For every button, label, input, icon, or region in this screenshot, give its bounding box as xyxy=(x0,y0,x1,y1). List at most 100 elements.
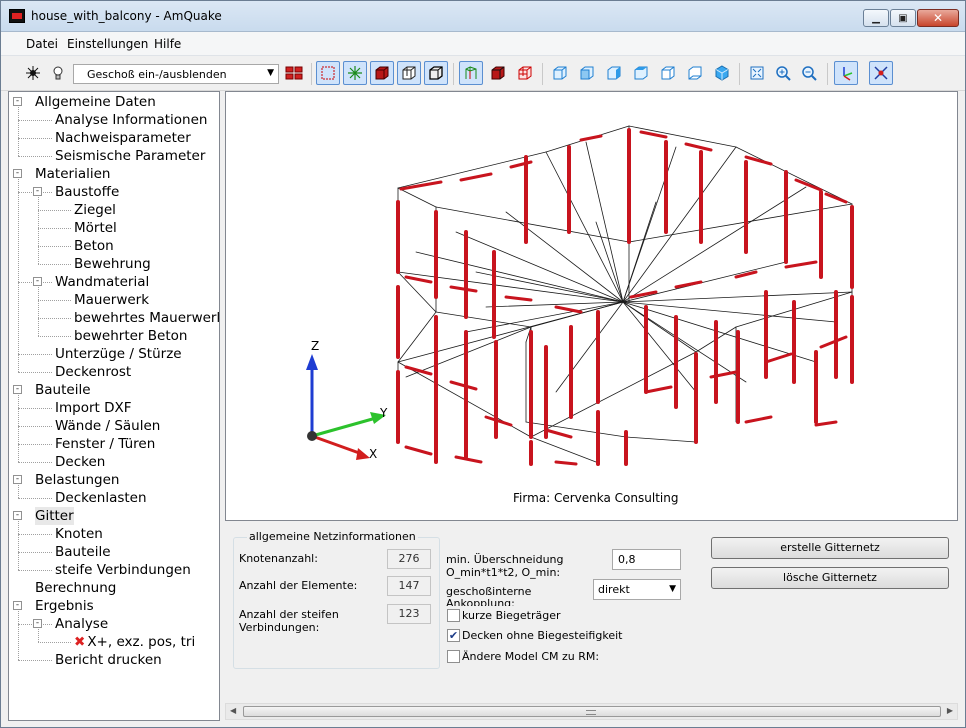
kurze-biegetraeger-checkbox[interactable] xyxy=(447,609,460,622)
beam-segment xyxy=(484,415,513,427)
view-top-icon[interactable] xyxy=(656,61,680,85)
axes-icon[interactable] xyxy=(834,61,858,85)
tree-item[interactable]: Bauteile xyxy=(35,381,91,399)
ueberschneidung-input[interactable]: 0,8 xyxy=(612,549,681,570)
view-iso-icon[interactable] xyxy=(710,61,734,85)
navigation-tree[interactable]: Allgemeine Daten - Analyse Informationen Na… xyxy=(8,91,220,721)
menu-bar: Datei Einstellungen Hilfe xyxy=(1,32,965,56)
structure-3d-model[interactable]: Z Y X xyxy=(226,92,958,521)
tree-expander-icon[interactable]: - xyxy=(13,385,22,394)
tree-item[interactable]: steife Verbindungen xyxy=(55,561,191,579)
tree-item[interactable]: Fenster / Türen xyxy=(55,435,155,453)
tree-connector xyxy=(18,426,52,427)
scrollbar-thumb[interactable] xyxy=(243,706,941,717)
tree-item[interactable]: Wände / Säulen xyxy=(55,417,160,435)
tree-item[interactable]: Baustoffe xyxy=(55,183,119,201)
red-box-icon[interactable] xyxy=(486,61,510,85)
model-viewport[interactable]: Z Y X xyxy=(225,91,958,521)
tree-item[interactable]: Bewehrung xyxy=(74,255,151,273)
tree-expander-icon[interactable]: - xyxy=(33,277,42,286)
view-right-icon[interactable] xyxy=(629,61,653,85)
geschoss-dropdown[interactable]: Geschoß ein-/ausblenden ▼ xyxy=(73,64,279,84)
node-icon[interactable] xyxy=(343,61,367,85)
tree-expander-icon[interactable]: - xyxy=(13,169,22,178)
view-bottom-icon[interactable] xyxy=(683,61,707,85)
tree-item[interactable]: Mauerwerk xyxy=(74,291,149,309)
tree-item[interactable]: Gitter xyxy=(35,507,74,525)
mesh-edge xyxy=(397,187,437,208)
tree-item[interactable]: Berechnung xyxy=(35,579,116,597)
scroll-left-icon[interactable]: ◀ xyxy=(230,706,236,715)
tree-item[interactable]: Materialien xyxy=(35,165,110,183)
menu-datei[interactable]: Datei xyxy=(26,37,58,51)
box-edges-icon[interactable] xyxy=(424,61,448,85)
zoom-in-icon[interactable] xyxy=(771,61,795,85)
tree-item-label: Mörtel xyxy=(74,220,117,236)
loesche-gitternetz-button[interactable]: lösche Gitternetz xyxy=(711,567,949,589)
tree-item[interactable]: Deckenlasten xyxy=(55,489,147,507)
ankopplung-select[interactable]: direkt ▼ xyxy=(593,579,681,600)
view-back-icon[interactable] xyxy=(575,61,599,85)
cross-icon[interactable] xyxy=(869,61,893,85)
horizontal-scrollbar[interactable]: ◀ ▶ xyxy=(225,703,958,720)
grid-green-icon[interactable] xyxy=(459,61,483,85)
tree-item[interactable]: Analyse xyxy=(55,615,108,633)
mesh-edge xyxy=(405,326,532,378)
beam-segment xyxy=(784,260,818,269)
tree-item[interactable]: Ziegel xyxy=(74,201,116,219)
erstelle-gitternetz-button[interactable]: erstelle Gitternetz xyxy=(711,537,949,559)
tree-item[interactable]: Deckenrost xyxy=(55,363,131,381)
tree-expander-icon[interactable]: - xyxy=(33,187,42,196)
tree-item[interactable]: Unterzüge / Stürze xyxy=(55,345,182,363)
scroll-right-icon[interactable]: ▶ xyxy=(947,706,953,715)
view-front-icon[interactable] xyxy=(548,61,572,85)
zoom-out-icon[interactable] xyxy=(797,61,821,85)
menu-hilfe[interactable]: Hilfe xyxy=(154,37,181,51)
tree-item[interactable]: Wandmaterial xyxy=(55,273,149,291)
tree-item[interactable]: Import DXF xyxy=(55,399,132,417)
tree-item[interactable]: Knoten xyxy=(55,525,103,543)
bug-icon[interactable] xyxy=(21,61,45,85)
frame-icon[interactable] xyxy=(316,61,340,85)
group-title: allgemeine Netzinformationen xyxy=(247,530,418,543)
tree-item[interactable]: Ergebnis xyxy=(35,597,94,615)
tree-item[interactable]: Analyse Informationen xyxy=(55,111,207,129)
decken-ohne-biegesteifigkeit-checkbox[interactable]: ✔ xyxy=(447,629,460,642)
minimize-button[interactable]: ▁ xyxy=(863,9,889,27)
tree-connector xyxy=(38,264,71,265)
tree-item[interactable]: bewehrtes Mauerwerk xyxy=(74,309,219,327)
tree-connector xyxy=(18,179,19,372)
tree-item[interactable]: ✖ X+, exz. pos, tri xyxy=(74,633,195,651)
tree-item[interactable]: Mörtel xyxy=(74,219,117,237)
floors-icon[interactable] xyxy=(282,61,306,85)
tree-expander-icon[interactable]: - xyxy=(33,619,42,628)
tree-item-label: Nachweisparameter xyxy=(55,130,191,146)
red-wire-icon[interactable] xyxy=(513,61,537,85)
aendere-model-checkbox[interactable] xyxy=(447,650,460,663)
tree-item[interactable]: Belastungen xyxy=(35,471,119,489)
close-button[interactable]: ✕ xyxy=(917,9,959,27)
tree-expander-icon[interactable]: - xyxy=(13,511,22,520)
zoom-fit-icon[interactable] xyxy=(745,61,769,85)
tree-item[interactable]: Beton xyxy=(74,237,114,255)
tree-item[interactable]: Nachweisparameter xyxy=(55,129,191,147)
beam-segment xyxy=(449,285,478,293)
tree-item[interactable]: Bericht drucken xyxy=(55,651,162,669)
tree-item[interactable]: Decken xyxy=(55,453,105,471)
menu-einstellungen[interactable]: Einstellungen xyxy=(67,37,148,51)
tree-item[interactable]: Seismische Parameter xyxy=(55,147,205,165)
tree-item[interactable]: Bauteile xyxy=(55,543,111,561)
maximize-button[interactable]: ▣ xyxy=(890,9,916,27)
tree-expander-icon[interactable]: - xyxy=(13,97,22,106)
tree-expander-icon[interactable]: - xyxy=(13,475,22,484)
solid-box-icon[interactable] xyxy=(370,61,394,85)
beam-segment xyxy=(824,192,848,204)
wire-box-icon[interactable] xyxy=(397,61,421,85)
tree-item-label: Materialien xyxy=(35,166,111,182)
tree-expander-icon[interactable]: - xyxy=(13,601,22,610)
bulb-icon[interactable] xyxy=(46,61,70,85)
tree-item[interactable]: bewehrter Beton xyxy=(74,327,187,345)
view-left-icon[interactable] xyxy=(602,61,626,85)
tree-connector xyxy=(38,228,71,229)
tree-item[interactable]: Allgemeine Daten xyxy=(35,93,156,111)
